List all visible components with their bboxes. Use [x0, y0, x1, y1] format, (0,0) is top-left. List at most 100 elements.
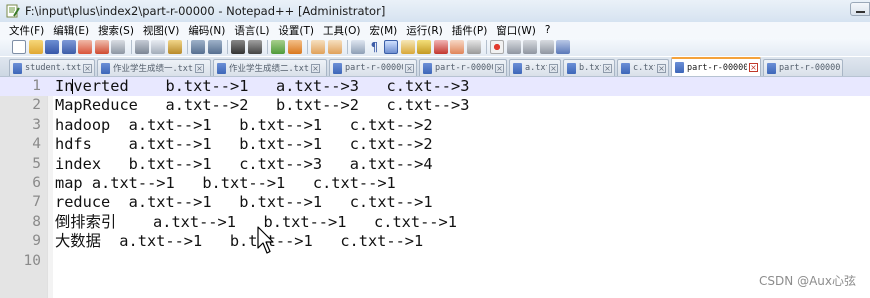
menu-tools[interactable]: 工具(O)	[323, 23, 360, 38]
editor-line[interactable]: 5 index b.txt-->1 c.txt-->3 a.txt-->4	[0, 155, 870, 174]
save-icon[interactable]	[45, 40, 59, 54]
record-macro-icon[interactable]	[490, 40, 504, 54]
folder-workspace-icon[interactable]	[450, 40, 464, 54]
tab-label: part-r-00000	[435, 63, 493, 73]
line-text[interactable]: hdfs a.txt-->1 b.txt-->1 c.txt-->2	[55, 135, 433, 154]
close-tab-icon[interactable]: ×	[657, 63, 666, 73]
menu-file[interactable]: 文件(F)	[9, 23, 44, 38]
copy-icon[interactable]	[151, 40, 165, 54]
line-text[interactable]: reduce a.txt-->1 b.txt-->1 c.txt-->1	[55, 193, 433, 212]
new-file-icon[interactable]	[12, 40, 26, 54]
line-text[interactable]: 大数据 a.txt-->1 b.txt-->1 c.txt-->1	[55, 232, 423, 251]
zoom-in-icon[interactable]	[271, 40, 285, 54]
function-list-icon[interactable]	[433, 40, 448, 54]
close-tab-icon[interactable]: ×	[495, 63, 504, 73]
tab-part-r-00000[interactable]: part-r-00000 ×	[329, 59, 417, 76]
editor-line[interactable]: 10	[0, 252, 870, 271]
text-editor[interactable]: 1 Inverted b.txt-->1 a.txt-->3 c.txt-->3…	[0, 77, 870, 298]
watermark: CSDN @Aux心弦	[759, 274, 856, 288]
tab-c-txt[interactable]: c.txt ×	[617, 59, 669, 76]
tab-label: b.txt	[579, 63, 601, 73]
menu-edit[interactable]: 编辑(E)	[53, 23, 89, 38]
tab-a-txt[interactable]: a.txt ×	[509, 59, 561, 76]
run-macro-multiple-icon[interactable]	[539, 40, 554, 54]
menu-macro[interactable]: 宏(M)	[370, 23, 398, 38]
line-number: 4	[32, 136, 41, 153]
editor-line[interactable]: 9 大数据 a.txt-->1 b.txt-->1 c.txt-->1	[0, 232, 870, 251]
paste-icon[interactable]	[167, 40, 182, 54]
close-tab-icon[interactable]: ×	[310, 63, 320, 73]
tab-student-txt[interactable]: student.txt ×	[9, 59, 95, 76]
editor-line[interactable]: 3 hadoop a.txt-->1 b.txt-->1 c.txt-->2	[0, 116, 870, 135]
line-text[interactable]: hadoop a.txt-->1 b.txt-->1 c.txt-->2	[55, 116, 433, 135]
editor-line[interactable]: 8 倒排索引 a.txt-->1 b.txt-->1 c.txt-->1	[0, 213, 870, 232]
saved-file-icon	[513, 62, 522, 74]
saved-file-icon	[13, 62, 22, 74]
editor-line[interactable]: 6 map a.txt-->1 b.txt-->1 c.txt-->1	[0, 174, 870, 193]
saved-file-icon	[101, 62, 110, 74]
tab-student-scores-1[interactable]: 作业学生成绩一.txt ×	[97, 59, 211, 76]
line-number: 2	[32, 97, 41, 114]
menu-window[interactable]: 窗口(W)	[496, 23, 536, 38]
undo-icon[interactable]	[191, 40, 205, 54]
menu-help[interactable]: ?	[545, 24, 551, 36]
zoom-out-icon[interactable]	[287, 40, 302, 54]
saved-file-icon	[333, 62, 342, 74]
line-text[interactable]: MapReduce a.txt-->2 b.txt-->2 c.txt-->3	[55, 96, 469, 115]
editor-line[interactable]: 7 reduce a.txt-->1 b.txt-->1 c.txt-->1	[0, 193, 870, 212]
editor-line[interactable]: 4 hdfs a.txt-->1 b.txt-->1 c.txt-->2	[0, 135, 870, 154]
line-text[interactable]: index b.txt-->1 c.txt-->3 a.txt-->4	[55, 155, 433, 174]
toolbar-separator	[307, 40, 308, 54]
line-number: 8	[32, 213, 41, 230]
close-tab-icon[interactable]: ×	[83, 63, 92, 73]
tab-part-r-00000[interactable]: part-r-00000	[763, 59, 843, 76]
tab-student-scores-2[interactable]: 作业学生成绩二.txt ×	[213, 59, 327, 76]
show-all-chars-icon[interactable]: ¶	[368, 40, 382, 54]
close-tab-icon[interactable]: ×	[405, 63, 414, 73]
tab-b-txt[interactable]: b.txt ×	[563, 59, 615, 76]
doc-map-icon[interactable]	[417, 40, 431, 54]
tab-part-r-00000-active[interactable]: part-r-00000 ×	[671, 57, 761, 76]
print-icon[interactable]	[111, 40, 125, 54]
toolbar-separator	[227, 40, 228, 54]
close-all-icon[interactable]	[94, 40, 109, 54]
playback-macro-icon[interactable]	[523, 40, 537, 54]
menu-search[interactable]: 搜索(S)	[98, 23, 134, 38]
line-number: 7	[32, 194, 41, 211]
close-tab-icon[interactable]: ×	[549, 63, 558, 73]
tab-label: part-r-00000	[345, 63, 403, 73]
line-text[interactable]: map a.txt-->1 b.txt-->1 c.txt-->1	[55, 174, 396, 193]
close-file-icon[interactable]	[78, 40, 92, 54]
menu-plugins[interactable]: 插件(P)	[452, 23, 488, 38]
sync-horizontal-icon[interactable]	[327, 40, 342, 54]
menu-run[interactable]: 运行(R)	[406, 23, 443, 38]
user-define-lang-icon[interactable]	[400, 40, 415, 54]
open-file-icon[interactable]	[28, 40, 43, 54]
stop-record-icon[interactable]	[506, 40, 521, 54]
saved-file-icon	[423, 62, 432, 74]
toolbar-separator	[486, 40, 487, 54]
saved-file-icon	[621, 62, 630, 74]
tab-part-r-00000[interactable]: part-r-00000 ×	[419, 59, 507, 76]
find-icon[interactable]	[231, 40, 245, 54]
word-wrap-icon[interactable]	[351, 40, 365, 54]
menu-encoding[interactable]: 编码(N)	[188, 23, 225, 38]
close-tab-icon[interactable]: ×	[749, 63, 758, 72]
close-tab-icon[interactable]: ×	[603, 63, 612, 73]
replace-icon[interactable]	[247, 40, 262, 54]
minimize-button[interactable]	[850, 2, 870, 16]
save-macro-icon[interactable]	[556, 40, 570, 54]
editor-line[interactable]: 2 MapReduce a.txt-->2 b.txt-->2 c.txt-->…	[0, 96, 870, 115]
editor-line[interactable]: 1 Inverted b.txt-->1 a.txt-->3 c.txt-->3	[0, 77, 870, 97]
menu-view[interactable]: 视图(V)	[143, 23, 179, 38]
cut-icon[interactable]	[134, 40, 149, 54]
redo-icon[interactable]	[207, 40, 222, 54]
sync-vertical-icon[interactable]	[311, 40, 325, 54]
menu-language[interactable]: 语言(L)	[234, 23, 269, 38]
close-tab-icon[interactable]: ×	[194, 63, 204, 73]
indent-guide-icon[interactable]	[384, 40, 398, 54]
menu-settings[interactable]: 设置(T)	[278, 23, 314, 38]
monitor-icon[interactable]	[466, 40, 481, 54]
line-text[interactable]: Inverted b.txt-->1 a.txt-->3 c.txt-->3	[55, 77, 469, 96]
save-all-icon[interactable]	[61, 40, 76, 54]
